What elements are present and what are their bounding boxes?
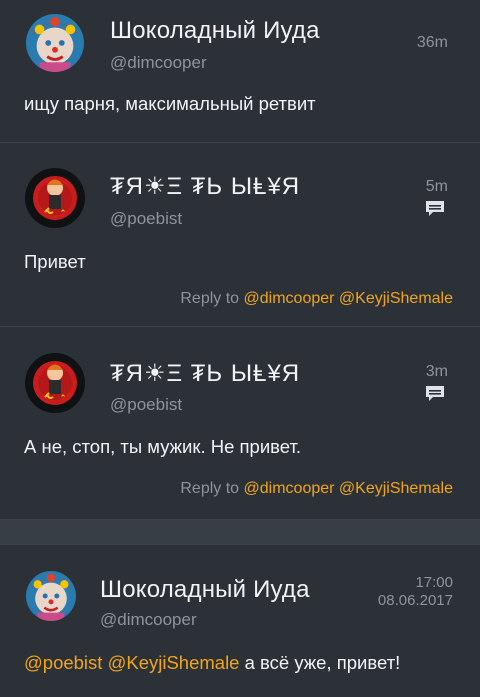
avatar-clown[interactable] (26, 14, 84, 72)
author-name[interactable]: Шоколадный Иуда (110, 17, 320, 45)
mention-link[interactable]: @KeyjiShemale (339, 480, 453, 497)
mention-link[interactable]: @dimcooper (244, 290, 335, 307)
mention-link[interactable]: @KeyjiShemale (339, 290, 453, 307)
tweet-body: а всё уже, привет! (244, 652, 401, 673)
mention-link[interactable]: @dimcooper (244, 480, 335, 497)
timestamp: 3m (425, 363, 448, 380)
avatar-clown[interactable] (26, 571, 76, 621)
avatar-pin[interactable] (25, 168, 85, 228)
avatar-pin[interactable] (25, 353, 85, 413)
reply-icon[interactable] (426, 386, 444, 402)
timestamp: 17:00 08.06.2017 (378, 574, 453, 610)
tweet-text: Привет (24, 251, 86, 272)
author-handle[interactable]: @dimcooper (110, 53, 207, 73)
reply-to-line: Reply to @dimcooper @KeyjiShemale (180, 480, 453, 498)
author-name[interactable]: ₮Я☀Ξ ₮Ь ЫⱠ¥Я (110, 359, 300, 388)
tweet-focused[interactable]: Шоколадный Иуда @dimcooper 17:00 08.06.2… (0, 545, 480, 696)
date: 08.06.2017 (377, 592, 453, 609)
reply-to-line: Reply to @dimcooper @KeyjiShemale (180, 290, 453, 308)
tweet-text: @poebist @KeyjiShemale а всё уже, привет… (24, 652, 400, 674)
timestamp: 36m (416, 34, 448, 51)
reply-icon[interactable] (426, 201, 444, 217)
mention-link[interactable]: @KeyjiShemale (108, 652, 240, 673)
tweet-text: ищу парня, максимальный ретвит (24, 93, 316, 114)
reply-prefix: Reply to (180, 290, 240, 307)
author-handle[interactable]: @poebist (110, 395, 182, 415)
timestamp: 5m (425, 178, 448, 195)
conversation-separator (0, 519, 480, 545)
author-name[interactable]: Шоколадный Иуда (100, 576, 310, 604)
tweet-text: А не, стоп, ты мужик. Не привет. (24, 436, 302, 457)
author-handle[interactable]: @dimcooper (100, 610, 197, 630)
author-name[interactable]: ₮Я☀Ξ ₮Ь ЫⱠ¥Я (110, 172, 300, 201)
tweet[interactable]: ₮Я☀Ξ ₮Ь ЫⱠ¥Я @poebist 5m Привет Reply to… (0, 143, 480, 326)
author-handle[interactable]: @poebist (110, 209, 182, 229)
time-of-day: 17:00 (415, 574, 453, 591)
mention-link[interactable]: @poebist (24, 652, 102, 673)
tweet[interactable]: ₮Я☀Ξ ₮Ь ЫⱠ¥Я @poebist 3m А не, стоп, ты … (0, 327, 480, 519)
tweet[interactable]: Шоколадный Иуда @dimcooper 36m ищу парня… (0, 0, 480, 142)
reply-prefix: Reply to (180, 480, 240, 497)
